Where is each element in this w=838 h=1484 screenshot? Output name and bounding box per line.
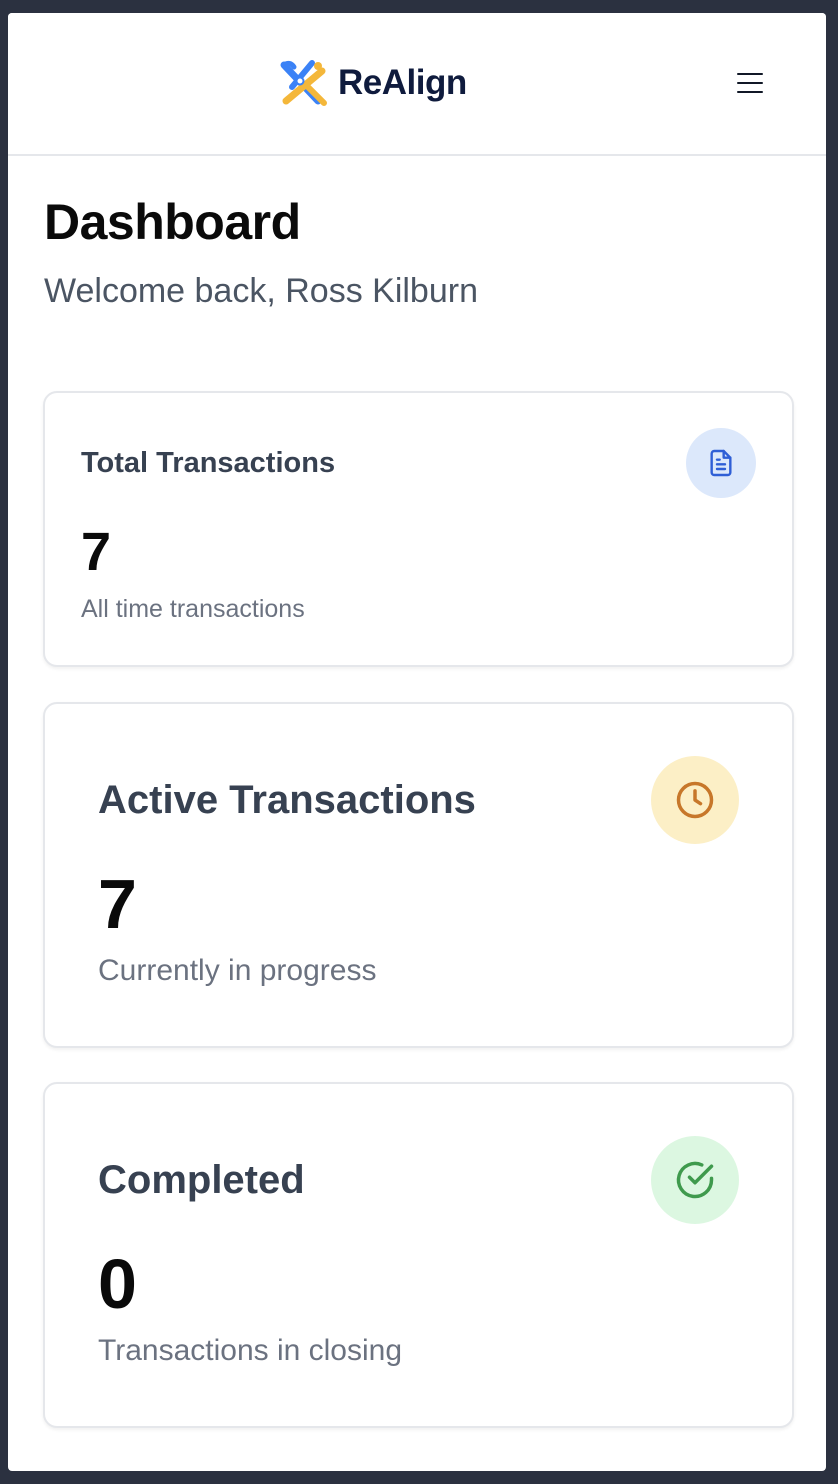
card-value: 7 bbox=[98, 865, 137, 943]
card-value: 0 bbox=[98, 1245, 137, 1323]
hamburger-line bbox=[737, 82, 763, 85]
card-title: Active Transactions bbox=[98, 778, 476, 822]
document-icon bbox=[710, 449, 732, 477]
active-transactions-card[interactable]: Active Transactions 7 Currently in progr… bbox=[43, 702, 794, 1048]
completed-transactions-card[interactable]: Completed 0 Transactions in closing bbox=[43, 1082, 794, 1428]
card-subtitle: Transactions in closing bbox=[98, 1334, 403, 1367]
page-title: Dashboard bbox=[44, 194, 301, 250]
card-title: Total Transactions bbox=[81, 447, 336, 479]
brand-logo[interactable]: ReAlign bbox=[278, 57, 467, 109]
card-title: Completed bbox=[98, 1158, 305, 1202]
realign-logo-icon bbox=[278, 57, 330, 109]
app-window: ReAlign Dashboard Welcome back, Ross Kil… bbox=[8, 13, 826, 1471]
total-transactions-card[interactable]: Total Transactions 7 All time transactio… bbox=[43, 391, 794, 667]
welcome-message: Welcome back, Ross Kilburn bbox=[44, 272, 478, 310]
check-circle-icon bbox=[676, 1161, 714, 1199]
clock-icon bbox=[676, 781, 714, 819]
card-icon-badge bbox=[651, 1136, 739, 1224]
top-navigation-bar: ReAlign bbox=[8, 13, 826, 156]
card-value: 7 bbox=[81, 522, 112, 582]
card-subtitle: All time transactions bbox=[81, 595, 305, 623]
brand-name: ReAlign bbox=[338, 63, 467, 102]
hamburger-menu-button[interactable] bbox=[730, 69, 770, 99]
card-subtitle: Currently in progress bbox=[98, 954, 377, 987]
hamburger-menu-icon bbox=[737, 73, 763, 76]
card-icon-badge bbox=[686, 428, 756, 498]
card-icon-badge bbox=[651, 756, 739, 844]
hamburger-line bbox=[737, 91, 763, 94]
